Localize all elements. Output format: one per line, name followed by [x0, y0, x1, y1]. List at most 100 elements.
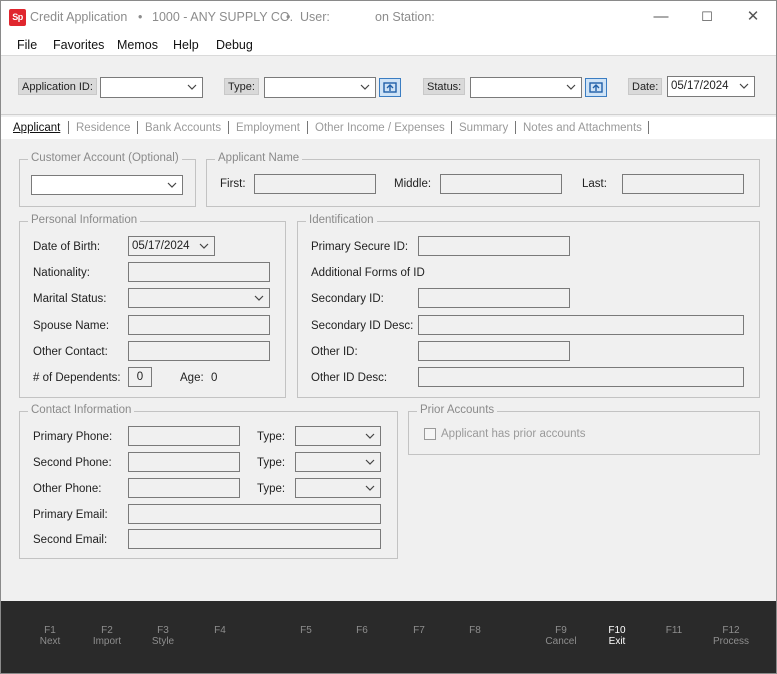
title-separator: • [286, 10, 291, 24]
other-id-label: Other ID: [311, 346, 358, 358]
f5-button[interactable]: F5 [276, 625, 336, 636]
first-name-label: First: [220, 178, 246, 190]
date-of-birth-label: Date of Birth: [33, 241, 101, 253]
secondary-id-desc-input[interactable] [418, 315, 744, 335]
window-title: Credit Application [30, 10, 128, 24]
dependents-input[interactable]: 0 [128, 367, 152, 387]
station-label: on Station: [375, 10, 435, 24]
f4-button[interactable]: F4 [190, 625, 250, 636]
f6-button[interactable]: F6 [332, 625, 392, 636]
personal-information-legend: Personal Information [28, 214, 141, 226]
application-id-select[interactable] [100, 77, 203, 98]
date-of-birth-picker[interactable]: 05/17/2024 [128, 236, 215, 256]
second-phone-type-label: Type: [257, 457, 286, 469]
chevron-down-icon [254, 295, 264, 301]
tab-separator [228, 121, 229, 134]
chevron-down-icon [167, 182, 177, 188]
age-value: 0 [211, 372, 218, 384]
marital-status-select[interactable] [128, 288, 270, 308]
f2-import-button[interactable]: F2 Import [77, 625, 137, 647]
primary-phone-input[interactable] [128, 426, 240, 446]
second-phone-input[interactable] [128, 452, 240, 472]
user-label: User: [300, 10, 330, 24]
tab-separator [451, 121, 452, 134]
date-picker[interactable]: 05/17/2024 [667, 76, 755, 97]
company-name: 1000 - ANY SUPPLY CO. [152, 10, 294, 24]
other-id-desc-input[interactable] [418, 367, 744, 387]
minimize-button[interactable]: — [638, 1, 684, 33]
header-toolbar: Application ID: Type: Status: Date: 05/1… [1, 57, 776, 115]
chevron-down-icon [365, 459, 375, 465]
last-name-label: Last: [582, 178, 607, 190]
f3-style-button[interactable]: F3 Style [133, 625, 193, 647]
dependents-label: # of Dependents: [33, 372, 121, 384]
f12-process-button[interactable]: F12 Process [701, 625, 761, 647]
first-name-input[interactable] [254, 174, 376, 194]
contact-information-legend: Contact Information [28, 404, 135, 416]
close-button[interactable]: ✕ [730, 1, 776, 33]
menu-help[interactable]: Help [173, 38, 199, 52]
identification-legend: Identification [306, 214, 377, 226]
other-id-input[interactable] [418, 341, 570, 361]
customer-account-select[interactable] [31, 175, 183, 195]
prior-accounts-legend: Prior Accounts [417, 404, 498, 416]
f11-button[interactable]: F11 [644, 625, 704, 636]
f8-button[interactable]: F8 [445, 625, 505, 636]
personal-information-group: Personal Information Date of Birth: 05/1… [19, 214, 286, 398]
chevron-down-icon [199, 243, 209, 249]
other-phone-input[interactable] [128, 478, 240, 498]
secondary-id-desc-label: Secondary ID Desc: [311, 320, 414, 332]
app-logo-icon: Sp [9, 9, 26, 26]
middle-name-input[interactable] [440, 174, 562, 194]
menu-favorites[interactable]: Favorites [53, 38, 104, 52]
f10-exit-button[interactable]: F10 Exit [587, 625, 647, 647]
credit-application-window: Sp Credit Application • 1000 - ANY SUPPL… [0, 0, 777, 674]
status-lookup-button[interactable] [585, 78, 607, 97]
menu-debug[interactable]: Debug [216, 38, 253, 52]
prior-accounts-checkbox[interactable] [424, 428, 436, 440]
f1-next-button[interactable]: F1 Next [20, 625, 80, 647]
tab-bank-accounts[interactable]: Bank Accounts [145, 122, 221, 134]
tab-bar: Applicant Residence Bank Accounts Employ… [1, 117, 776, 139]
tab-applicant[interactable]: Applicant [13, 122, 60, 134]
type-lookup-button[interactable] [379, 78, 401, 97]
second-phone-label: Second Phone: [33, 457, 112, 469]
primary-phone-type-select[interactable] [295, 426, 381, 446]
other-contact-input[interactable] [128, 341, 270, 361]
other-id-desc-label: Other ID Desc: [311, 372, 388, 384]
second-email-input[interactable] [128, 529, 381, 549]
secondary-id-input[interactable] [418, 288, 570, 308]
menu-memos[interactable]: Memos [117, 38, 158, 52]
age-label: Age: [180, 372, 204, 384]
status-label: Status: [423, 78, 466, 95]
other-phone-type-select[interactable] [295, 478, 381, 498]
status-select[interactable] [470, 77, 582, 98]
middle-name-label: Middle: [394, 178, 432, 190]
type-select[interactable] [264, 77, 376, 98]
tab-notes-and-attachments[interactable]: Notes and Attachments [523, 122, 642, 134]
maximize-button[interactable]: ☐ [684, 1, 730, 33]
last-name-input[interactable] [622, 174, 744, 194]
tab-employment[interactable]: Employment [236, 122, 300, 134]
other-phone-label: Other Phone: [33, 483, 102, 495]
chevron-down-icon [566, 84, 576, 90]
menu-file[interactable]: File [17, 38, 37, 52]
primary-phone-label: Primary Phone: [33, 431, 113, 443]
f9-cancel-button[interactable]: F9 Cancel [531, 625, 591, 647]
second-phone-type-select[interactable] [295, 452, 381, 472]
f7-button[interactable]: F7 [389, 625, 449, 636]
nationality-label: Nationality: [33, 267, 90, 279]
chevron-down-icon [360, 84, 370, 90]
tab-separator [648, 121, 649, 134]
spouse-name-input[interactable] [128, 315, 270, 335]
primary-email-input[interactable] [128, 504, 381, 524]
tab-other-income-expenses[interactable]: Other Income / Expenses [315, 122, 445, 134]
tab-separator [515, 121, 516, 134]
other-phone-type-label: Type: [257, 483, 286, 495]
primary-secure-id-input[interactable] [418, 236, 570, 256]
marital-status-label: Marital Status: [33, 293, 107, 305]
tab-residence[interactable]: Residence [76, 122, 130, 134]
tab-separator [137, 121, 138, 134]
tab-summary[interactable]: Summary [459, 122, 508, 134]
nationality-input[interactable] [128, 262, 270, 282]
